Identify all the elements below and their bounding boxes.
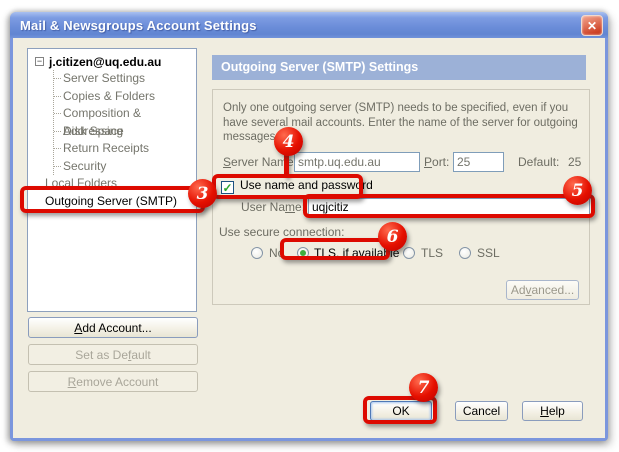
close-icon: ✕ [587,20,597,32]
tree-item-outgoing-server[interactable]: Outgoing Server (SMTP) [45,193,196,211]
default-port-value: 25 [568,152,581,172]
radio-tls-label[interactable]: TLS [421,245,443,261]
dialog-body: − j.citizen@uq.edu.au Server Settings Co… [13,38,605,438]
use-name-password-label[interactable]: Use name and password [240,177,373,194]
radio-tls-if-available[interactable] [297,247,309,259]
port-label: Port: [424,152,449,172]
advanced-button: Advanced... [506,280,579,300]
checkmark-icon: ✓ [222,182,232,194]
collapse-icon[interactable]: − [35,57,44,66]
port-input[interactable] [453,152,504,172]
user-name-label: User Name: [241,197,305,217]
tree-item-disk-space[interactable]: Disk Space [54,123,196,141]
smtp-settings-groupbox: Only one outgoing server (SMTP) needs to… [212,89,590,305]
set-as-default-button: Set as Default [28,344,198,365]
radio-no[interactable] [251,247,263,259]
tree-item-server-settings[interactable]: Server Settings [54,70,196,88]
tree-item-local-folders[interactable]: Local Folders [45,175,196,193]
radio-tls[interactable] [403,247,415,259]
radio-ssl-label[interactable]: SSL [477,245,500,261]
account-settings-dialog: Mail & Newsgroups Account Settings ✕ − j… [10,12,608,441]
account-tree: − j.citizen@uq.edu.au Server Settings Co… [27,48,197,312]
help-button[interactable]: Help [522,401,583,421]
window-title: Mail & Newsgroups Account Settings [20,18,257,33]
radio-ssl[interactable] [459,247,471,259]
screenshot-canvas: Mail & Newsgroups Account Settings ✕ − j… [0,0,619,452]
remove-account-button: Remove Account [28,371,198,392]
page-title: Outgoing Server (SMTP) Settings [212,55,586,80]
radio-tls-if-available-label[interactable]: TLS, if available [314,245,399,261]
user-name-input[interactable] [308,198,590,216]
radio-no-label[interactable]: No [269,245,284,261]
close-button[interactable]: ✕ [581,15,603,36]
description-text: Only one outgoing server (SMTP) needs to… [223,101,581,145]
tree-row-account[interactable]: − j.citizen@uq.edu.au [32,53,196,70]
tree-item-composition-addressing[interactable]: Composition & Addressing [54,105,196,123]
tree-item-account[interactable]: j.citizen@uq.edu.au [49,55,161,69]
titlebar[interactable]: Mail & Newsgroups Account Settings ✕ [10,12,608,38]
secure-connection-label: Use secure connection: [219,222,344,242]
server-name-input[interactable] [294,152,420,172]
tree-item-copies-folders[interactable]: Copies & Folders [54,88,196,106]
tree-item-return-receipts[interactable]: Return Receipts [54,140,196,158]
default-port-label: Default: [518,152,559,172]
ok-button[interactable]: OK [370,401,432,421]
use-name-password-checkbox[interactable]: ✓ [221,181,234,194]
tree-children: Server Settings Copies & Folders Composi… [53,70,196,175]
tree-item-security[interactable]: Security [54,158,196,176]
callout-stem-4 [284,150,289,178]
cancel-button[interactable]: Cancel [455,401,508,421]
callout-badge-7: 7 [409,373,438,402]
add-account-button[interactable]: Add Account... [28,317,198,338]
